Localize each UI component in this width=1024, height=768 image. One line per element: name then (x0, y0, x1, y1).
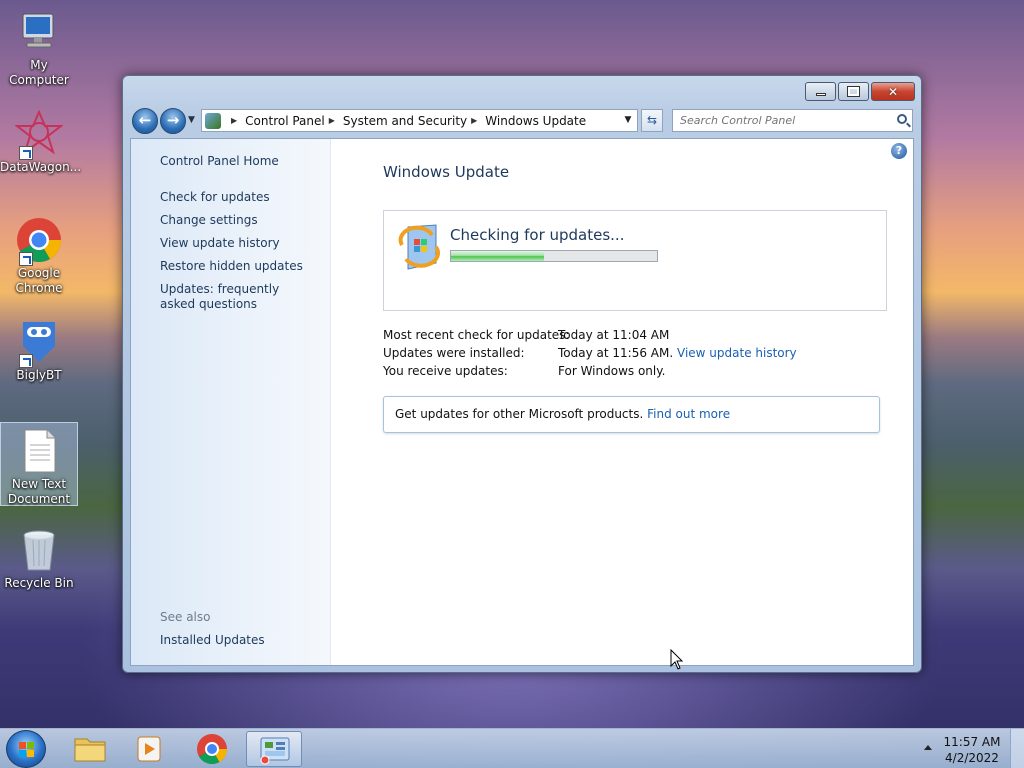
breadcrumb-system-and-security[interactable]: System and Security (343, 114, 467, 128)
change-settings-link[interactable]: Change settings (160, 213, 320, 228)
maximize-button[interactable] (838, 82, 869, 101)
windows-update-window: ✕ ← → ▼ ▶ Control Panel ▶ System and Sec… (122, 75, 922, 673)
media-player-icon (137, 736, 161, 762)
close-icon: ✕ (887, 84, 899, 99)
info-label: Most recent check for updates: (383, 328, 570, 342)
desktop-icon-label: Recycle Bin (4, 576, 74, 590)
chrome-icon (197, 734, 227, 765)
taskbar-media-player[interactable] (122, 731, 178, 767)
info-value: Today at 11:04 AM (558, 328, 670, 342)
refresh-button[interactable]: ⇆ (641, 109, 663, 132)
promo-text: Get updates for other Microsoft products… (395, 407, 644, 421)
computer-icon (15, 8, 63, 56)
restore-hidden-updates-link[interactable]: Restore hidden updates (160, 259, 320, 274)
windows-update-icon (398, 223, 440, 271)
forward-button[interactable]: → (160, 108, 186, 134)
datawagon-icon (14, 109, 64, 160)
other-products-promo: Get updates for other Microsoft products… (383, 396, 880, 433)
search-input[interactable] (680, 114, 880, 127)
shortcut-arrow-icon (19, 354, 33, 368)
refresh-icon: ⇆ (646, 113, 658, 127)
show-desktop-button[interactable] (1010, 729, 1024, 768)
info-value: Today at 11:56 AM. (558, 346, 674, 360)
folder-icon (74, 738, 106, 762)
breadcrumb-arrow-icon[interactable]: ▶ (329, 116, 335, 125)
info-value-with-link: Today at 11:56 AM. View update history (558, 346, 797, 360)
system-clock[interactable]: 11:57 AM 4/2/2022 (940, 734, 1004, 766)
page-title: Windows Update (383, 163, 510, 181)
back-button[interactable]: ← (132, 108, 158, 134)
view-update-history-link[interactable]: View update history (160, 236, 320, 251)
find-out-more-link[interactable]: Find out more (647, 407, 730, 421)
desktop-icon-label: My Computer (9, 58, 69, 87)
navigation-bar: ← → ▼ ▶ Control Panel ▶ System and Secur… (131, 107, 915, 134)
search-icon[interactable] (897, 114, 907, 124)
breadcrumb-arrow-icon[interactable]: ▶ (231, 116, 237, 125)
clock-date: 4/2/2022 (945, 751, 999, 765)
desktop-icon-label: BiglyBT (16, 368, 62, 382)
desktop-icon-biglybt[interactable]: BiglyBT (0, 318, 78, 383)
checking-status-text: Checking for updates... (450, 226, 625, 244)
taskbar-file-explorer[interactable] (62, 731, 118, 767)
biglybt-icon (15, 318, 63, 368)
desktop-icon-recycle-bin[interactable]: Recycle Bin (0, 526, 78, 591)
desktop-icon-label: Google Chrome (15, 266, 63, 295)
desktop-icon-label: New Text Document (7, 477, 71, 506)
forward-arrow-icon: → (166, 111, 180, 129)
left-pane: Control Panel Home Check for updates Cha… (131, 139, 331, 665)
text-document-icon (15, 427, 63, 475)
caption-buttons: ✕ (805, 82, 915, 101)
close-button[interactable]: ✕ (871, 82, 915, 101)
back-arrow-icon: ← (138, 111, 152, 129)
breadcrumb-windows-update[interactable]: Windows Update (485, 114, 586, 128)
shortcut-arrow-icon (19, 146, 33, 160)
desktop-icon-new-text-document[interactable]: New Text Document (0, 422, 78, 506)
desktop-icon-my-computer[interactable]: My Computer (0, 8, 78, 88)
minimize-icon (816, 93, 826, 96)
view-update-history-inline-link[interactable]: View update history (677, 346, 797, 360)
search-box[interactable] (672, 109, 913, 132)
taskbar-control-panel[interactable] (246, 731, 302, 767)
update-status-panel: Checking for updates... (383, 210, 887, 311)
recent-pages-dropdown-icon[interactable]: ▼ (188, 115, 195, 125)
taskbar-google-chrome[interactable] (184, 731, 240, 767)
help-icon[interactable]: ? (891, 143, 907, 159)
chrome-icon (15, 216, 63, 266)
shortcut-arrow-icon (19, 252, 33, 266)
control-panel-icon (260, 737, 290, 765)
control-panel-icon (205, 112, 221, 129)
info-label: You receive updates: (383, 364, 508, 378)
desktop-icon-label: DataWagon... (0, 160, 82, 174)
control-panel-home-link[interactable]: Control Panel Home (160, 154, 320, 169)
info-label: Updates were installed: (383, 346, 525, 360)
address-dropdown-icon[interactable]: ▼ (619, 110, 637, 131)
start-button[interactable] (6, 730, 46, 768)
address-bar[interactable]: ▶ Control Panel ▶ System and Security ▶ … (201, 109, 638, 132)
taskbar: 11:57 AM 4/2/2022 (0, 728, 1024, 768)
desktop-icon-datawagon[interactable]: DataWagon... (0, 109, 82, 175)
update-progress-bar (450, 250, 658, 262)
maximize-icon (847, 86, 860, 97)
show-hidden-icons-icon[interactable] (924, 745, 932, 750)
installed-updates-link[interactable]: Installed Updates (160, 633, 320, 648)
windows-logo-icon (19, 742, 35, 758)
info-value: For Windows only. (558, 364, 666, 378)
content-area: Control Panel Home Check for updates Cha… (130, 138, 914, 666)
check-for-updates-link[interactable]: Check for updates (160, 190, 320, 205)
see-also-heading: See also (160, 610, 211, 624)
updates-faq-link[interactable]: Updates: frequently asked questions (160, 282, 310, 312)
desktop-icon-google-chrome[interactable]: Google Chrome (0, 216, 78, 296)
minimize-button[interactable] (805, 82, 836, 101)
clock-time: 11:57 AM (943, 735, 1001, 749)
progress-fill (451, 251, 544, 261)
recycle-bin-icon (15, 526, 63, 574)
breadcrumb-control-panel[interactable]: Control Panel (245, 114, 325, 128)
breadcrumb-arrow-icon[interactable]: ▶ (471, 116, 477, 125)
